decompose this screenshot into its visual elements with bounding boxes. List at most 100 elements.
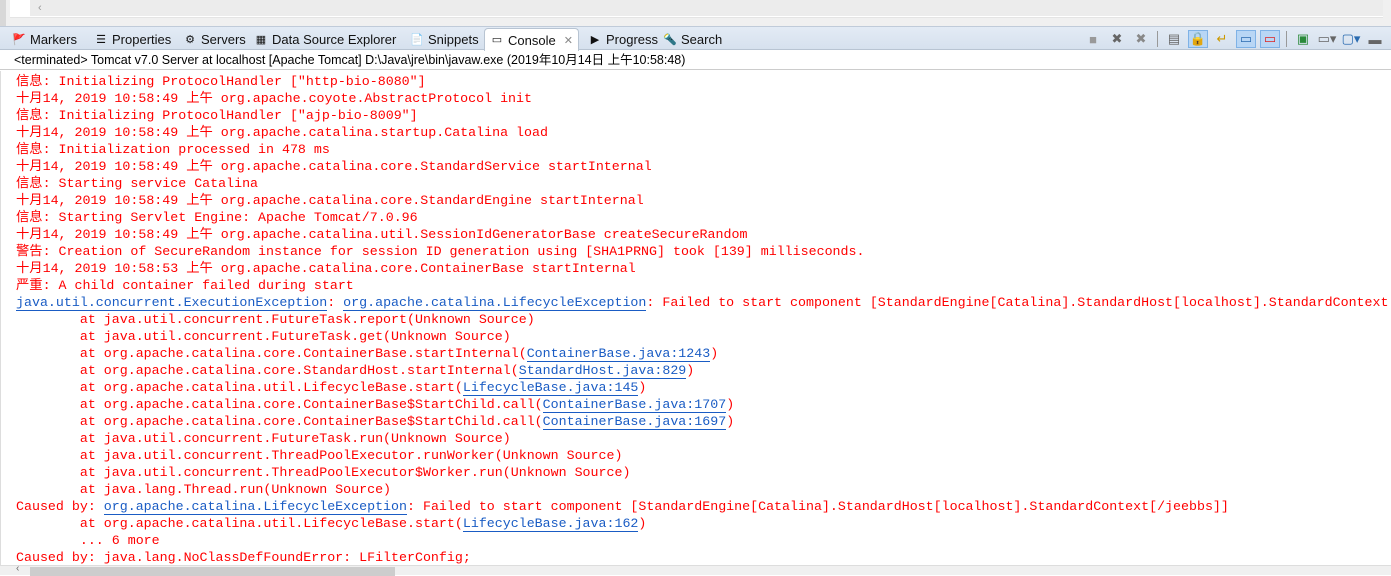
console-text: : xyxy=(327,295,344,310)
tab-properties[interactable]: ☰ Properties xyxy=(94,29,171,50)
tab-search[interactable]: 🔦 Search xyxy=(663,29,722,50)
tab-console[interactable]: ▭ Console ✕ xyxy=(484,28,579,51)
console-text: 警告: Creation of SecureRandom instance fo… xyxy=(16,244,865,259)
console-text: ) xyxy=(710,346,719,361)
console-text: 信息: Initialization processed in 478 ms xyxy=(16,142,330,157)
stack-trace-link[interactable]: org.apache.catalina.LifecycleException xyxy=(103,499,407,515)
console-text: 信息: Initializing ProtocolHandler ["ajp-b… xyxy=(16,108,418,123)
console-text: 十月14, 2019 10:58:49 上午 org.apache.catali… xyxy=(16,125,548,140)
console-line: 十月14, 2019 10:58:49 上午 org.apache.catali… xyxy=(16,192,1391,209)
remove-launch-icon[interactable]: ✖ xyxy=(1107,30,1127,48)
word-wrap-icon[interactable]: ↵ xyxy=(1212,30,1232,48)
stack-trace-link[interactable]: LifecycleBase.java:145 xyxy=(462,380,639,396)
console-text: 十月14, 2019 10:58:49 上午 org.apache.catali… xyxy=(16,159,652,174)
stack-trace-link[interactable]: LifecycleBase.java:162 xyxy=(462,516,639,532)
console-line: 警告: Creation of SecureRandom instance fo… xyxy=(16,243,1391,260)
console-text: : Failed to start component [StandardEng… xyxy=(646,295,1389,310)
tab-label: Properties xyxy=(112,32,172,47)
stack-trace-link[interactable]: org.apache.catalina.LifecycleException xyxy=(343,295,647,311)
tab-data-source-explorer[interactable]: ▦ Data Source Explorer xyxy=(254,29,396,50)
tab-markers[interactable]: 🚩 Markers xyxy=(12,29,77,50)
console-line: at org.apache.catalina.core.ContainerBas… xyxy=(16,396,1391,413)
console-line: 信息: Initializing ProtocolHandler ["http-… xyxy=(16,73,1391,90)
display-selected-console-icon[interactable]: ▭▾ xyxy=(1317,30,1337,48)
editor-area-bottom: ‹ xyxy=(0,0,1391,26)
tab-snippets[interactable]: 📄 Snippets xyxy=(410,29,478,50)
console-line: 严重: A child container failed during star… xyxy=(16,277,1391,294)
scroll-lock-icon[interactable]: 🔒 xyxy=(1188,30,1208,48)
data-source-icon: ▦ xyxy=(255,33,267,46)
console-line: at org.apache.catalina.core.ContainerBas… xyxy=(16,413,1391,430)
stack-trace-link[interactable]: ContainerBase.java:1697 xyxy=(542,414,727,430)
console-line: 十月14, 2019 10:58:49 上午 org.apache.catali… xyxy=(16,158,1391,175)
console-output[interactable]: 信息: Initializing ProtocolHandler ["http-… xyxy=(0,71,1391,565)
stack-trace-link[interactable]: ContainerBase.java:1243 xyxy=(526,346,711,362)
stack-trace-link[interactable]: ContainerBase.java:1707 xyxy=(542,397,727,413)
console-line: 十月14, 2019 10:58:49 上午 org.apache.coyote… xyxy=(16,90,1391,107)
open-console-icon[interactable]: ▢▾ xyxy=(1341,30,1361,48)
console-text: at java.util.concurrent.FutureTask.run(U… xyxy=(16,431,511,446)
console-line: at java.util.concurrent.ThreadPoolExecut… xyxy=(16,447,1391,464)
close-icon[interactable]: ✕ xyxy=(564,34,573,47)
console-text: 十月14, 2019 10:58:49 上午 org.apache.coyote… xyxy=(16,91,532,106)
console-line: at org.apache.catalina.util.LifecycleBas… xyxy=(16,515,1391,532)
tab-progress[interactable]: ▶ Progress xyxy=(588,29,658,50)
markers-icon: 🚩 xyxy=(12,33,26,46)
clear-console-icon[interactable]: ▤ xyxy=(1164,30,1184,48)
editor-horizontal-scrollbar[interactable]: ‹ xyxy=(30,0,1383,16)
terminate-icon[interactable]: ■ xyxy=(1083,30,1103,48)
tab-label: Progress xyxy=(606,32,659,47)
show-on-stdout-icon[interactable]: ▭ xyxy=(1236,30,1256,48)
console-text: at org.apache.catalina.core.ContainerBas… xyxy=(16,414,543,429)
console-status: <terminated> Tomcat v7.0 Server at local… xyxy=(0,50,1391,70)
toolbar-separator xyxy=(1286,31,1287,47)
console-line: at java.util.concurrent.ThreadPoolExecut… xyxy=(16,464,1391,481)
tab-label: Search xyxy=(681,32,723,47)
console-text: ... 6 more xyxy=(16,533,160,548)
console-line: Caused by: java.lang.NoClassDefFoundErro… xyxy=(16,549,1391,565)
console-text: 十月14, 2019 10:58:49 上午 org.apache.catali… xyxy=(16,193,644,208)
show-on-stderr-icon[interactable]: ▭ xyxy=(1260,30,1280,48)
console-line: at java.util.concurrent.FutureTask.get(U… xyxy=(16,328,1391,345)
console-text: Caused by: xyxy=(16,499,104,514)
console-text: ) xyxy=(726,397,735,412)
console-horizontal-scrollbar[interactable]: ‹ xyxy=(0,563,1391,576)
console-text: 严重: A child container failed during star… xyxy=(16,278,354,293)
view-tab-bar: 🚩 Markers ☰ Properties ⚙ Servers ▦ Data Source … xyxy=(0,26,1391,51)
pin-console-icon[interactable]: ▣ xyxy=(1293,30,1313,48)
console-line: 信息: Starting Servlet Engine: Apache Tomc… xyxy=(16,209,1391,226)
console-line: at org.apache.catalina.core.StandardHost… xyxy=(16,362,1391,379)
console-line: at java.util.concurrent.FutureTask.repor… xyxy=(16,311,1391,328)
console-line: 十月14, 2019 10:58:49 上午 org.apache.catali… xyxy=(16,124,1391,141)
console-line: Caused by: org.apache.catalina.Lifecycle… xyxy=(16,498,1391,515)
progress-icon: ▶ xyxy=(590,33,600,46)
console-line: java.util.concurrent.ExecutionException:… xyxy=(16,294,1391,311)
tab-servers[interactable]: ⚙ Servers xyxy=(183,29,246,50)
console-text: at org.apache.catalina.core.StandardHost… xyxy=(16,363,519,378)
console-line: ... 6 more xyxy=(16,532,1391,549)
console-line: 十月14, 2019 10:58:53 上午 org.apache.catali… xyxy=(16,260,1391,277)
remove-all-terminated-icon[interactable]: ✖ xyxy=(1131,30,1151,48)
toolbar-separator xyxy=(1157,31,1158,47)
scroll-left-icon[interactable]: ‹ xyxy=(16,563,19,574)
console-text: at org.apache.catalina.util.LifecycleBas… xyxy=(16,516,463,531)
console-icon: ▭ xyxy=(491,34,503,46)
console-text: at org.apache.catalina.util.LifecycleBas… xyxy=(16,380,463,395)
console-line: at java.lang.Thread.run(Unknown Source) xyxy=(16,481,1391,498)
stack-trace-link[interactable]: java.util.concurrent.ExecutionException xyxy=(16,295,328,311)
console-text: Caused by: java.lang.NoClassDefFoundErro… xyxy=(16,550,471,565)
console-text: at java.lang.Thread.run(Unknown Source) xyxy=(16,482,392,497)
stack-trace-link[interactable]: StandardHost.java:829 xyxy=(518,363,687,379)
tab-label: Markers xyxy=(30,32,77,47)
search-icon: 🔦 xyxy=(663,33,677,46)
console-text: ) xyxy=(686,363,695,378)
console-text: ) xyxy=(638,516,647,531)
snippets-icon: 📄 xyxy=(410,33,424,46)
console-text: 十月14, 2019 10:58:49 上午 org.apache.catali… xyxy=(16,227,748,242)
console-line: 信息: Starting service Catalina xyxy=(16,175,1391,192)
tab-label: Servers xyxy=(201,32,246,47)
console-toolbar: ■ ✖ ✖ ▤ 🔒 ↵ ▭ ▭ ▣ ▭▾ ▢▾ ▬ xyxy=(1083,30,1385,48)
console-text: 十月14, 2019 10:58:53 上午 org.apache.catali… xyxy=(16,261,636,276)
minimize-icon[interactable]: ▬ xyxy=(1365,30,1385,48)
console-text: at org.apache.catalina.core.ContainerBas… xyxy=(16,397,543,412)
